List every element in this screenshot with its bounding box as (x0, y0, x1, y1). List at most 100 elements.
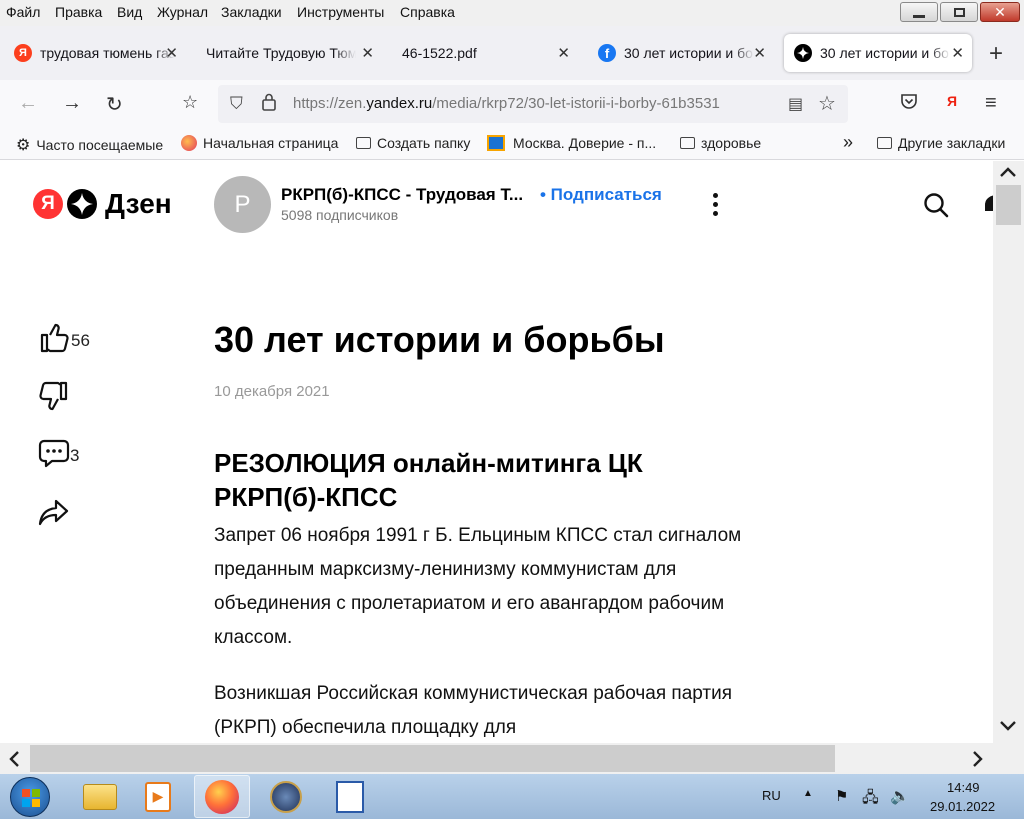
horizontal-scroll-thumb[interactable] (30, 745, 835, 772)
restore-icon (953, 7, 965, 17)
chevron-right-more-icon[interactable]: » (843, 132, 853, 153)
network-icon[interactable]: 🖧 (862, 787, 879, 812)
share-arrow-icon (38, 497, 70, 532)
close-icon: ✕ (994, 3, 1006, 20)
bookmark-most-visited[interactable]: ⚙ Часто посещаемые (16, 135, 163, 155)
back-icon[interactable]: ← (18, 92, 38, 115)
shield-icon[interactable]: ⛉ (230, 94, 243, 114)
clock-date[interactable]: 29.01.2022 (930, 799, 995, 814)
tab-close-icon[interactable]: ✕ (165, 44, 178, 62)
facebook-icon: f (598, 44, 616, 62)
tab-close-icon[interactable]: ✕ (557, 44, 570, 62)
horizontal-scrollbar[interactable] (0, 743, 1024, 774)
comment-count: 3 (70, 445, 80, 465)
zen-logo-text[interactable]: Дзен (105, 188, 172, 220)
channel-avatar[interactable]: Р (214, 176, 271, 233)
yandex-extension-icon[interactable]: Я (947, 93, 957, 109)
tab-close-icon[interactable]: ✕ (951, 44, 964, 62)
channel-name[interactable]: РКРП(б)-КПСС - Трудовая Т... (281, 185, 523, 205)
menu-bookmarks[interactable]: Закладки (221, 4, 282, 20)
reload-icon[interactable]: ↻ (106, 92, 123, 117)
menu-edit[interactable]: Правка (55, 4, 102, 20)
bookmark-home-page[interactable]: Начальная страница (181, 135, 338, 151)
menu-history[interactable]: Журнал (157, 4, 208, 20)
menu-help[interactable]: Справка (400, 4, 455, 20)
tab-4[interactable]: f 30 лет истории и бор ✕ (588, 34, 774, 72)
yandex-icon: Я (14, 44, 32, 62)
bookmark-moscow[interactable]: Москва. Доверие - п... (487, 135, 656, 151)
bookmark-label: Начальная страница (203, 135, 339, 151)
article-paragraph: Возникшая Российская коммунистическая ра… (214, 683, 733, 738)
taskbar-app-4[interactable] (258, 775, 314, 818)
bookmark-label: Другие закладки (898, 135, 1006, 151)
pocket-star-icon[interactable]: ☆ (182, 92, 198, 113)
menu-tools[interactable]: Инструменты (297, 4, 384, 20)
tab-close-icon[interactable]: ✕ (361, 44, 374, 62)
reader-view-icon[interactable]: ▤ (788, 94, 803, 114)
menu-view[interactable]: Вид (117, 4, 142, 20)
thumbs-down-icon (38, 381, 70, 416)
url-path: /media/rkrp72/30-let-istorii-i-borby-61b… (432, 95, 720, 112)
tab-5-active[interactable]: 30 лет истории и бор ✕ (784, 34, 972, 72)
search-icon[interactable] (923, 192, 949, 221)
subscribe-button[interactable]: • Подписаться (540, 185, 662, 205)
volume-icon[interactable]: 🔈 (890, 786, 910, 806)
bookmark-create-folder[interactable]: Создать папку (356, 135, 470, 151)
taskbar-firefox[interactable] (194, 775, 250, 818)
scroll-left-icon[interactable] (8, 750, 20, 771)
notification-bell-icon[interactable] (983, 191, 993, 222)
tab-title: 30 лет истории и бор (820, 45, 950, 61)
yandex-logo[interactable]: Я (33, 189, 63, 219)
menu-file[interactable]: Файл (6, 4, 40, 20)
url-text[interactable]: https://zen.yandex.ru/media/rkrp72/30-le… (293, 95, 783, 112)
minimize-button[interactable] (900, 2, 938, 22)
restore-button[interactable] (940, 2, 978, 22)
tab-1[interactable]: Я трудовая тюмень газ ✕ (4, 34, 186, 72)
pocket-icon[interactable] (900, 93, 918, 114)
bookmark-label: Москва. Доверие - п... (513, 135, 657, 151)
tab-3[interactable]: 46-1522.pdf ✕ (392, 34, 578, 72)
bookmark-other[interactable]: Другие закладки (877, 135, 1005, 151)
folder-icon (680, 137, 695, 149)
zen-icon (794, 44, 812, 62)
comments-button[interactable]: 3 (38, 438, 79, 473)
clock-time[interactable]: 14:49 (947, 780, 980, 795)
lock-icon[interactable] (262, 93, 276, 111)
bookmark-health[interactable]: здоровье (680, 135, 761, 151)
close-window-button[interactable]: ✕ (980, 2, 1020, 22)
language-indicator[interactable]: RU (762, 788, 781, 803)
tab-2[interactable]: Читайте Трудовую Тюме ✕ (196, 34, 382, 72)
url-scheme: https://zen. (293, 95, 367, 112)
folder-icon (877, 137, 892, 149)
bookmark-star-icon[interactable]: ☆ (818, 91, 836, 116)
like-button[interactable]: 56 (38, 323, 90, 358)
url-bar[interactable]: ⛉ https://zen.yandex.ru/media/rkrp72/30-… (218, 85, 848, 123)
taskbar-explorer[interactable] (72, 775, 128, 818)
taskbar-media-player[interactable]: ▶ (130, 775, 186, 818)
new-tab-icon[interactable]: + (989, 40, 1003, 68)
tab-close-icon[interactable]: ✕ (753, 44, 766, 62)
scroll-up-icon[interactable] (999, 165, 1017, 181)
forward-icon[interactable]: → (62, 92, 82, 115)
scroll-right-icon[interactable] (972, 750, 984, 771)
tab-strip: Я трудовая тюмень газ ✕ Читайте Трудовую… (0, 26, 1024, 80)
start-button[interactable] (10, 777, 50, 817)
zen-logo-icon[interactable] (67, 189, 97, 219)
dislike-button[interactable] (38, 381, 70, 416)
share-button[interactable] (38, 497, 70, 532)
document-icon (336, 780, 364, 813)
hamburger-menu-icon[interactable]: ≡ (985, 92, 997, 115)
tray-expand-icon[interactable]: ▲ (803, 788, 813, 799)
scroll-down-icon[interactable] (999, 719, 1017, 735)
vertical-scrollbar[interactable] (993, 161, 1024, 743)
taskbar-writer[interactable] (322, 775, 378, 818)
minimize-icon (913, 14, 925, 18)
more-options-icon[interactable] (713, 193, 719, 220)
comment-bubble-icon (38, 438, 70, 473)
subscribers-count: 5098 подписчиков (281, 207, 399, 223)
bookmark-label: Часто посещаемые (36, 137, 164, 153)
windows-logo-icon (22, 789, 40, 807)
vertical-scroll-thumb[interactable] (996, 185, 1021, 225)
page-content: Я Дзен Р РКРП(б)-КПСС - Трудовая Т... • … (0, 161, 993, 743)
action-center-flag-icon[interactable]: ⚑ (835, 787, 848, 805)
